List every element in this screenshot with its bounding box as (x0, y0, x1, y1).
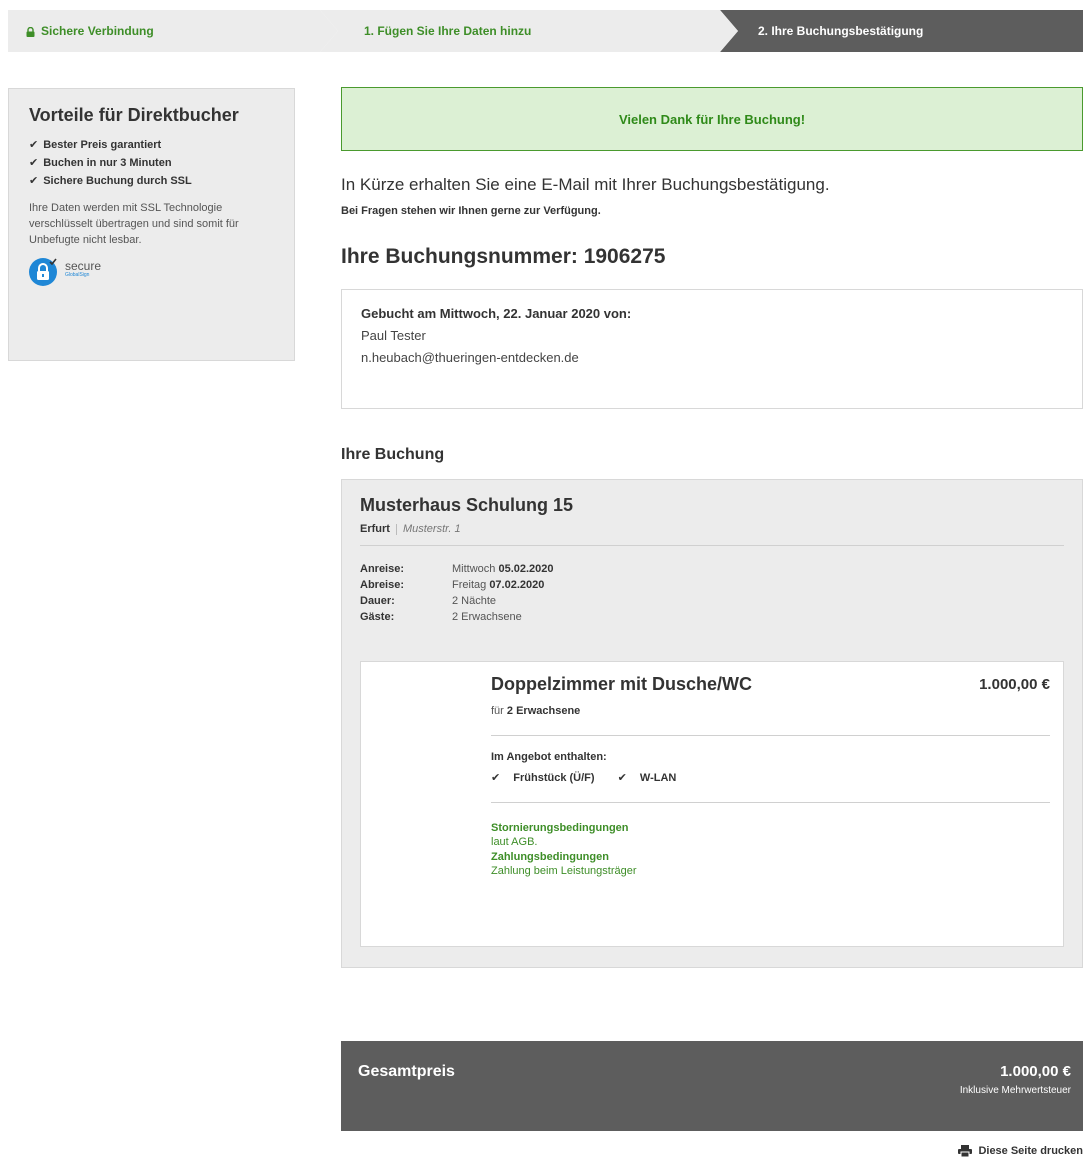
step-confirmation: 2. Ihre Buchungsbestätigung (720, 10, 1083, 52)
cancellation-terms: laut AGB. (491, 836, 538, 848)
arrival-date: 05.02.2020 (498, 563, 554, 575)
departure-label: Abreise: (360, 579, 405, 591)
stay-details: Anreise: Mittwoch 05.02.2020 Abreise: Fr… (360, 561, 1064, 625)
check-icon: ✔ (29, 175, 39, 187)
duration-label: Dauer: (360, 595, 395, 607)
secure-badge[interactable]: secure GlobalSign (29, 258, 274, 286)
room-for-guests: 2 Erwachsene (506, 705, 581, 717)
check-icon: ✔ (29, 157, 39, 169)
included-title: Im Angebot enthalten: (491, 751, 607, 763)
hotel-location: Erfurt Musterstr. 1 (360, 523, 1064, 546)
step-add-data-label: 1. Fügen Sie Ihre Daten hinzu (364, 24, 532, 38)
room-price: 1.000,00 € (979, 676, 1050, 693)
room-name: Doppelzimmer mit Dusche/WC (491, 674, 753, 694)
hotel-street: Musterstr. 1 (402, 523, 461, 535)
room-occupancy: für 2 Erwachsene (491, 705, 1050, 717)
print-label: Diese Seite drucken (978, 1145, 1083, 1157)
benefit-label: Sichere Buchung durch SSL (43, 175, 192, 187)
thanks-banner: Vielen Dank für Ihre Buchung! (341, 87, 1083, 151)
printer-icon (958, 1145, 973, 1157)
benefit-item: ✔ Sichere Buchung durch SSL (29, 172, 274, 190)
guests-value: 2 Erwachsene (452, 611, 522, 623)
location-divider (395, 523, 397, 535)
benefits-list: ✔ Bester Preis garantiert ✔ Buchen in nur … (29, 136, 274, 190)
total-price-bar: Gesamtpreis 1.000,00 € Inklusive Mehrwer… (341, 1041, 1083, 1131)
step-secure-label: Sichere Verbindung (41, 24, 154, 38)
lock-icon (26, 27, 35, 37)
departure-date: 07.02.2020 (489, 579, 545, 591)
badge-label: secure (65, 259, 102, 273)
payment-title: Zahlungsbedingungen (491, 851, 609, 863)
included-list: ✔ Frühstück (Ü/F) ✔ W-LAN (491, 771, 1050, 784)
print-page-link[interactable]: Diese Seite drucken (958, 1145, 1083, 1157)
support-notice: Bei Fragen stehen wir Ihnen gerne zur Ve… (341, 205, 601, 217)
ssl-info-text: Ihre Daten werden mit SSL Technologie ve… (29, 202, 239, 246)
check-icon: ✔ (617, 772, 627, 784)
arrival-day: Mittwoch (452, 563, 496, 575)
your-booking-heading: Ihre Buchung (341, 446, 445, 463)
hotel-name: Musterhaus Schulung 15 (360, 495, 574, 515)
padlock-icon (29, 258, 57, 286)
arrival-row: Anreise: Mittwoch 05.02.2020 (360, 561, 1064, 577)
benefit-item: ✔ Bester Preis garantiert (29, 136, 274, 154)
departure-day: Freitag (452, 579, 487, 591)
guests-row: Gäste: 2 Erwachsene (360, 609, 1064, 625)
included-item: ✔ Frühstück (Ü/F) (491, 772, 605, 784)
step-secure-connection: Sichere Verbindung (8, 10, 338, 52)
benefit-label: Buchen in nur 3 Minuten (43, 157, 172, 169)
arrival-label: Anreise: (360, 563, 405, 575)
included-label: Frühstück (Ü/F) (513, 772, 595, 784)
step-add-data[interactable]: 1. Fügen Sie Ihre Daten hinzu (320, 10, 738, 52)
payment-terms: Zahlung beim Leistungsträger (491, 865, 637, 877)
duration-value: 2 Nächte (452, 595, 497, 607)
benefit-item: ✔ Buchen in nur 3 Minuten (29, 154, 274, 172)
customer-name: Paul Tester (361, 328, 426, 343)
total-label: Gesamtpreis (358, 1063, 455, 1080)
total-price: 1.000,00 € (1000, 1063, 1071, 1080)
vat-note: Inklusive Mehrwertsteuer (959, 1085, 1071, 1096)
booked-on-date: Gebucht am Mittwoch, 22. Januar 2020 von… (361, 306, 632, 321)
benefit-label: Bester Preis garantiert (43, 139, 162, 151)
booked-by-box: Gebucht am Mittwoch, 22. Januar 2020 von… (341, 289, 1083, 409)
divider (491, 735, 1050, 736)
direct-booking-benefits: Vorteile für Direktbucher ✔ Bester Preis … (8, 88, 295, 361)
email-notice: In Kürze erhalten Sie eine E-Mail mit Ih… (341, 175, 830, 194)
booking-card: Musterhaus Schulung 15 Erfurt Musterstr. … (341, 479, 1083, 968)
booking-number: Ihre Buchungsnummer: 1906275 (341, 245, 666, 268)
booking-progress: Sichere Verbindung 1. Fügen Sie Ihre Dat… (8, 10, 1083, 52)
included-item: ✔ W-LAN (618, 772, 687, 784)
included-label: W-LAN (639, 772, 677, 784)
customer-email: n.heubach@thueringen-entdecken.de (361, 350, 579, 365)
guests-label: Gäste: (360, 611, 395, 623)
cancellation-title: Stornierungsbedingungen (491, 822, 629, 834)
duration-row: Dauer: 2 Nächte (360, 593, 1064, 609)
confirmation-main: Vielen Dank für Ihre Buchung! In Kürze e… (341, 87, 1083, 968)
check-icon: ✔ (29, 139, 39, 151)
room-for-prefix: für (491, 705, 504, 717)
departure-row: Abreise: Freitag 07.02.2020 (360, 577, 1064, 593)
step-confirmation-label: 2. Ihre Buchungsbestätigung (758, 24, 924, 38)
benefits-title: Vorteile für Direktbucher (29, 105, 239, 125)
check-icon: ✔ (491, 772, 501, 784)
divider (491, 802, 1050, 803)
room-card: Doppelzimmer mit Dusche/WC 1.000,00 € fü… (360, 661, 1064, 947)
hotel-city: Erfurt (360, 523, 390, 535)
